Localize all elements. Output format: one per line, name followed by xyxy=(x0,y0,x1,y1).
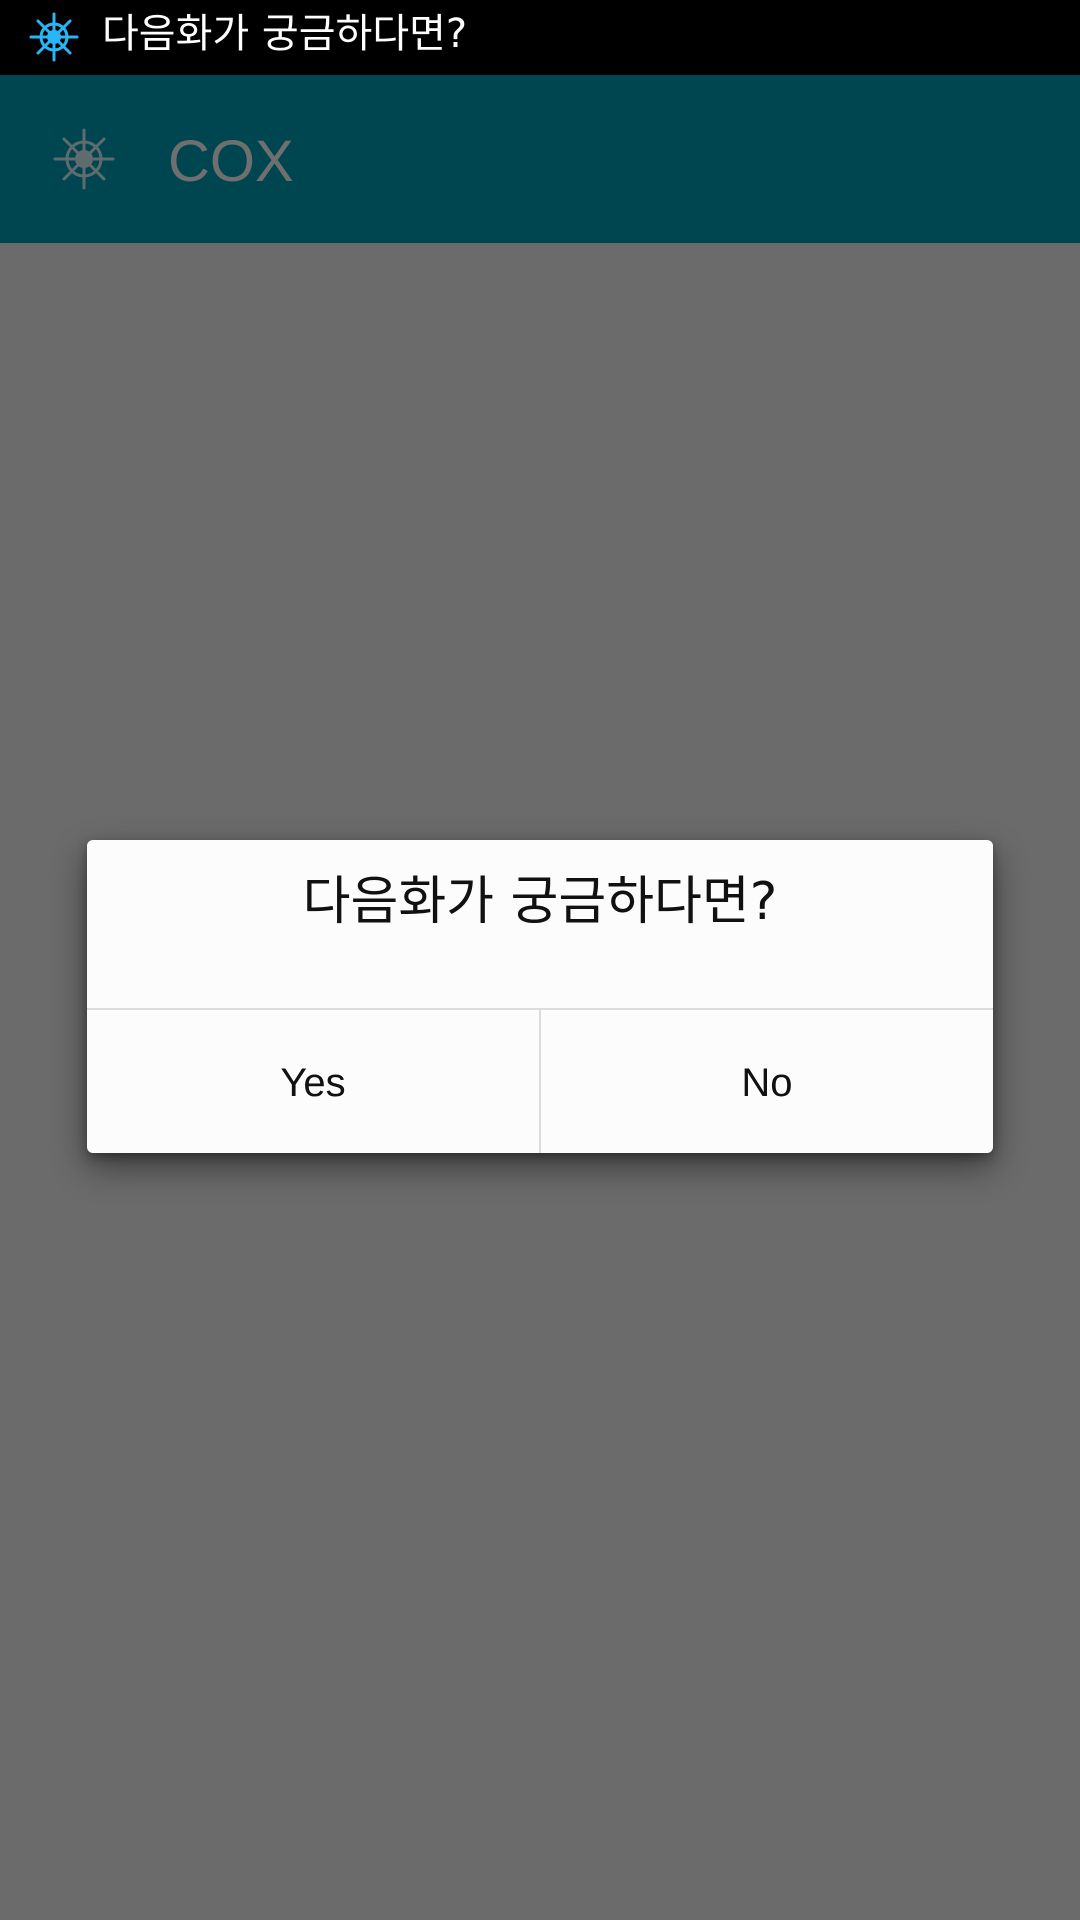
app-title: COX xyxy=(168,129,294,194)
ship-wheel-icon xyxy=(29,12,79,62)
yes-button[interactable]: Yes xyxy=(87,1010,539,1153)
ship-wheel-icon xyxy=(53,128,115,190)
screen: 다음화가 궁금하다면? COX 다음화가 궁금하다면? Yes No xyxy=(0,0,1080,1920)
confirm-dialog: 다음화가 궁금하다면? Yes No xyxy=(87,840,993,1153)
notification-bar: 다음화가 궁금하다면? xyxy=(0,0,1080,75)
no-button[interactable]: No xyxy=(541,1010,993,1153)
notification-text: 다음화가 궁금하다면? xyxy=(102,11,468,57)
dialog-title: 다음화가 궁금하다면? xyxy=(302,872,778,932)
app-toolbar: COX xyxy=(0,75,1080,243)
